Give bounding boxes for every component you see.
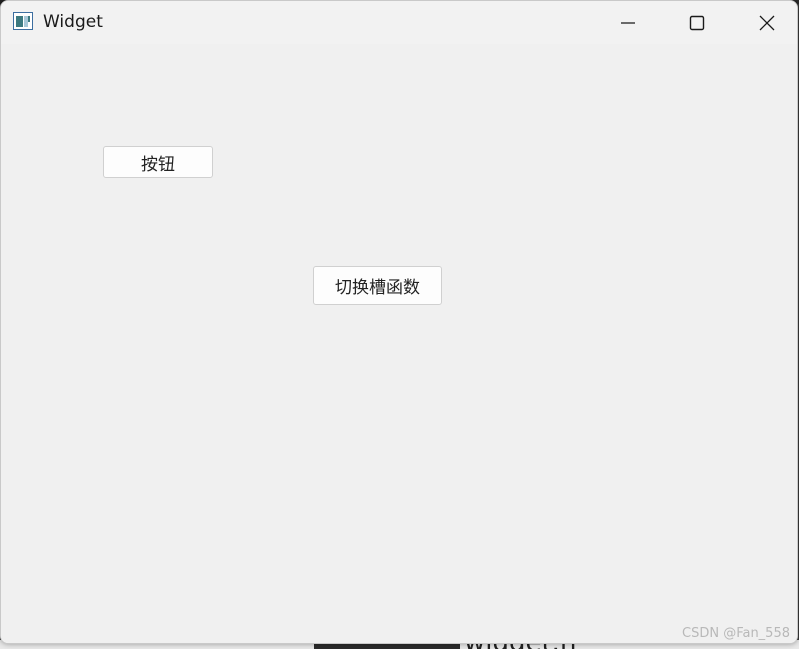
window-title: Widget xyxy=(43,12,103,32)
minimize-button[interactable] xyxy=(593,1,663,44)
close-button[interactable] xyxy=(732,1,797,44)
maximize-icon xyxy=(689,15,705,30)
close-icon xyxy=(759,15,775,30)
widget-window: Widget 按钮 切换槽函数 xyxy=(0,0,798,644)
switch-slot-button[interactable]: 切换槽函数 xyxy=(313,266,442,305)
client-area: 按钮 切换槽函数 xyxy=(1,44,797,643)
title-bar[interactable]: Widget xyxy=(1,1,797,44)
minimize-icon xyxy=(621,21,635,24)
app-icon xyxy=(13,12,33,30)
csdn-watermark: CSDN @Fan_558 xyxy=(682,626,790,641)
push-button[interactable]: 按钮 xyxy=(103,146,213,178)
maximize-button[interactable] xyxy=(662,1,732,44)
